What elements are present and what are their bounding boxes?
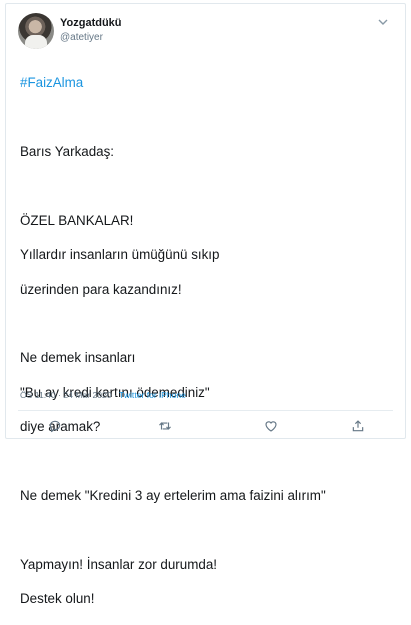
tweet-line [20, 453, 392, 470]
tweet-source[interactable]: Twitter for iPhone [119, 390, 186, 400]
tweet-text: #FaizAlma Barıs Yarkadaş: ÖZEL BANKALAR!… [20, 57, 392, 625]
retweet-button[interactable] [154, 416, 176, 436]
tweet-line: Yıllardır insanların ümüğünü sıkıp [20, 247, 220, 263]
reply-icon [49, 420, 61, 433]
tweet-line: ÖZEL BANKALAR! [20, 212, 134, 228]
tweet-line: Yapmayın! İnsanlar zor durumda! [20, 556, 217, 572]
tweet-header: Yozgatdükü @atetiyer [18, 13, 394, 49]
tweet-line [20, 521, 392, 538]
author-handle[interactable]: @atetiyer [60, 32, 103, 43]
tweet-line: üzerinden para kazandınız! [20, 281, 182, 297]
chevron-down-icon[interactable] [376, 17, 390, 29]
tweet-line [20, 109, 392, 126]
like-button[interactable] [260, 416, 282, 436]
tweet-line [20, 315, 392, 332]
tweet-line: Ne demek "Kredini 3 ay ertelerim ama fai… [20, 488, 326, 504]
tweet-line: Ne demek insanları [20, 350, 136, 366]
tweet-card[interactable]: Yozgatdükü @atetiyer #FaizAlma Barıs Yar… [5, 3, 406, 606]
tweet-line: Barıs Yarkadaş: [20, 144, 115, 159]
tweet-line: Destek olun! [20, 591, 95, 607]
reply-button[interactable] [44, 416, 66, 436]
tweet-meta: ÖS 11:40 · 24 Mar 2020 · Twitter for iPh… [20, 390, 186, 400]
heart-icon [265, 421, 277, 432]
tweet-line [20, 177, 392, 194]
share-button[interactable] [347, 416, 369, 436]
hashtag-link[interactable]: #FaizAlma [20, 74, 392, 91]
tweet-actions [6, 416, 405, 436]
author-name[interactable]: Yozgatdükü [60, 17, 122, 29]
retweet-icon [159, 422, 171, 430]
avatar[interactable] [18, 13, 54, 49]
tweet-timestamp[interactable]: ÖS 11:40 · 24 Mar 2020 · [20, 390, 119, 400]
divider [18, 410, 393, 411]
share-icon [352, 420, 364, 432]
